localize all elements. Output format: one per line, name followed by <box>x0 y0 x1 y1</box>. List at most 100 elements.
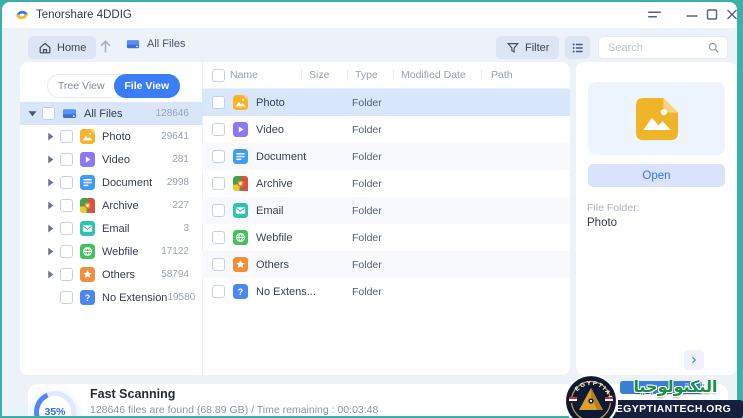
open-button[interactable]: Open <box>588 164 725 187</box>
tree-item-label: No Extension <box>102 291 168 304</box>
row-checkbox[interactable] <box>212 231 225 244</box>
tab-file-view[interactable]: File View <box>113 74 180 98</box>
archive-icon <box>80 198 95 213</box>
file-table: Name Size Type Modified Date Path Photo F… <box>202 62 570 375</box>
tree-checkbox[interactable] <box>60 130 73 143</box>
tree-item-count: 2998 <box>166 177 189 188</box>
home-button[interactable]: Home <box>28 36 97 59</box>
tree-item-photo[interactable]: Photo 29641 <box>20 125 202 148</box>
minimize-button[interactable] <box>683 7 701 22</box>
tree-item-count: 17122 <box>161 246 189 257</box>
row-name: Others <box>256 258 290 271</box>
svg-text:?: ? <box>238 287 243 297</box>
tree-item-count: 128646 <box>155 108 189 119</box>
others-icon <box>233 257 248 272</box>
row-name: Document <box>256 150 307 163</box>
caret-right-icon[interactable] <box>46 270 55 279</box>
menu-icon[interactable] <box>646 7 664 22</box>
video-icon <box>233 122 248 137</box>
drive-icon <box>125 37 141 51</box>
tree-item-label: Video <box>102 153 130 166</box>
tree-item-video[interactable]: Video 281 <box>20 148 202 171</box>
caret-right-icon[interactable] <box>46 155 55 164</box>
tree-item-label: All Files <box>84 107 123 120</box>
maximize-button[interactable] <box>703 7 721 22</box>
tree-checkbox[interactable] <box>60 268 73 281</box>
table-row-no-extens[interactable]: ? No Extens... Folder <box>202 278 570 305</box>
scan-progress-value: 35% <box>44 406 66 416</box>
table-row-webfile[interactable]: Webfile Folder <box>202 224 570 251</box>
column-header-size[interactable]: Size <box>309 69 329 81</box>
filter-icon <box>506 42 520 53</box>
row-checkbox[interactable] <box>212 150 225 163</box>
caret-right-icon[interactable] <box>46 201 55 210</box>
column-header-name[interactable]: Name <box>230 69 258 81</box>
file-type-tree: All Files 128646 Photo 29641 Video 281 Documen… <box>20 102 202 309</box>
table-row-video[interactable]: Video Folder <box>202 116 570 143</box>
preview-panel: Open File Folder: Photo <box>576 62 737 375</box>
column-divider <box>301 70 302 81</box>
tree-item-label: Photo <box>102 130 131 143</box>
tree-checkbox[interactable] <box>60 291 73 304</box>
caret-right-icon[interactable] <box>46 224 55 233</box>
row-checkbox[interactable] <box>212 258 225 271</box>
page: Tenorshare 4DDIG Home All Files Filter S… <box>0 0 743 418</box>
column-header-type[interactable]: Type <box>355 69 378 81</box>
caret-right-icon[interactable] <box>46 132 55 141</box>
home-button-label: Home <box>57 41 87 54</box>
row-checkbox[interactable] <box>212 204 225 217</box>
row-checkbox[interactable] <box>212 177 225 190</box>
file-browser-panel: Tree View File View All Files 128646 Photo… <box>20 62 570 375</box>
drive-icon <box>62 106 77 121</box>
filter-button[interactable]: Filter <box>496 36 560 59</box>
table-row-photo[interactable]: Photo Folder <box>202 89 570 116</box>
webfile-icon <box>80 244 95 259</box>
filter-button-label: Filter <box>525 41 550 54</box>
app-window: Tenorshare 4DDIG Home All Files Filter S… <box>2 2 737 416</box>
tree-item-count: 3 <box>183 223 189 234</box>
table-row-email[interactable]: Email Folder <box>202 197 570 224</box>
caret-right-icon[interactable] <box>46 178 55 187</box>
tree-checkbox[interactable] <box>60 199 73 212</box>
tree-checkbox[interactable] <box>60 222 73 235</box>
caret-down-icon[interactable] <box>28 109 37 118</box>
up-arrow-button[interactable] <box>97 38 114 55</box>
tree-checkbox[interactable] <box>42 107 55 120</box>
table-row-document[interactable]: Document Folder <box>202 143 570 170</box>
photo-icon <box>80 129 95 144</box>
tree-item-count: 19580 <box>167 292 196 303</box>
tree-item-all-files[interactable]: All Files 128646 <box>20 102 202 125</box>
tree-checkbox[interactable] <box>60 245 73 258</box>
tree-checkbox[interactable] <box>60 153 73 166</box>
chevron-right-icon <box>692 356 696 364</box>
row-name: Webfile <box>256 231 293 244</box>
search-icon[interactable] <box>707 41 720 54</box>
tree-checkbox[interactable] <box>60 176 73 189</box>
tree-item-document[interactable]: Document 2998 <box>20 171 202 194</box>
select-all-checkbox[interactable] <box>212 69 225 82</box>
list-view-button[interactable] <box>565 36 590 59</box>
search-box[interactable] <box>598 36 728 59</box>
close-button[interactable] <box>723 7 737 22</box>
row-checkbox[interactable] <box>212 285 225 298</box>
tree-item-others[interactable]: Others 58794 <box>20 263 202 286</box>
table-row-others[interactable]: Others Folder <box>202 251 570 278</box>
caret-right-icon[interactable] <box>46 247 55 256</box>
column-header-modified-date[interactable]: Modified Date <box>401 69 466 81</box>
row-checkbox[interactable] <box>212 96 225 109</box>
row-checkbox[interactable] <box>212 123 225 136</box>
breadcrumb[interactable]: All Files <box>118 37 186 51</box>
tree-item-no-extension[interactable]: ? No Extension 19580 <box>20 286 202 309</box>
noext-icon: ? <box>233 284 248 299</box>
tab-tree-view[interactable]: Tree View <box>48 75 115 97</box>
search-input[interactable] <box>606 40 707 55</box>
tree-item-webfile[interactable]: Webfile 17122 <box>20 240 202 263</box>
next-page-button[interactable] <box>684 350 704 370</box>
svg-text:?: ? <box>85 293 90 303</box>
table-row-archive[interactable]: Archive Folder <box>202 170 570 197</box>
tree-item-email[interactable]: Email 3 <box>20 217 202 240</box>
tree-item-count: 58794 <box>161 269 189 280</box>
column-header-path[interactable]: Path <box>491 69 513 81</box>
tree-item-archive[interactable]: Archive 227 <box>20 194 202 217</box>
photo-icon <box>233 95 248 110</box>
